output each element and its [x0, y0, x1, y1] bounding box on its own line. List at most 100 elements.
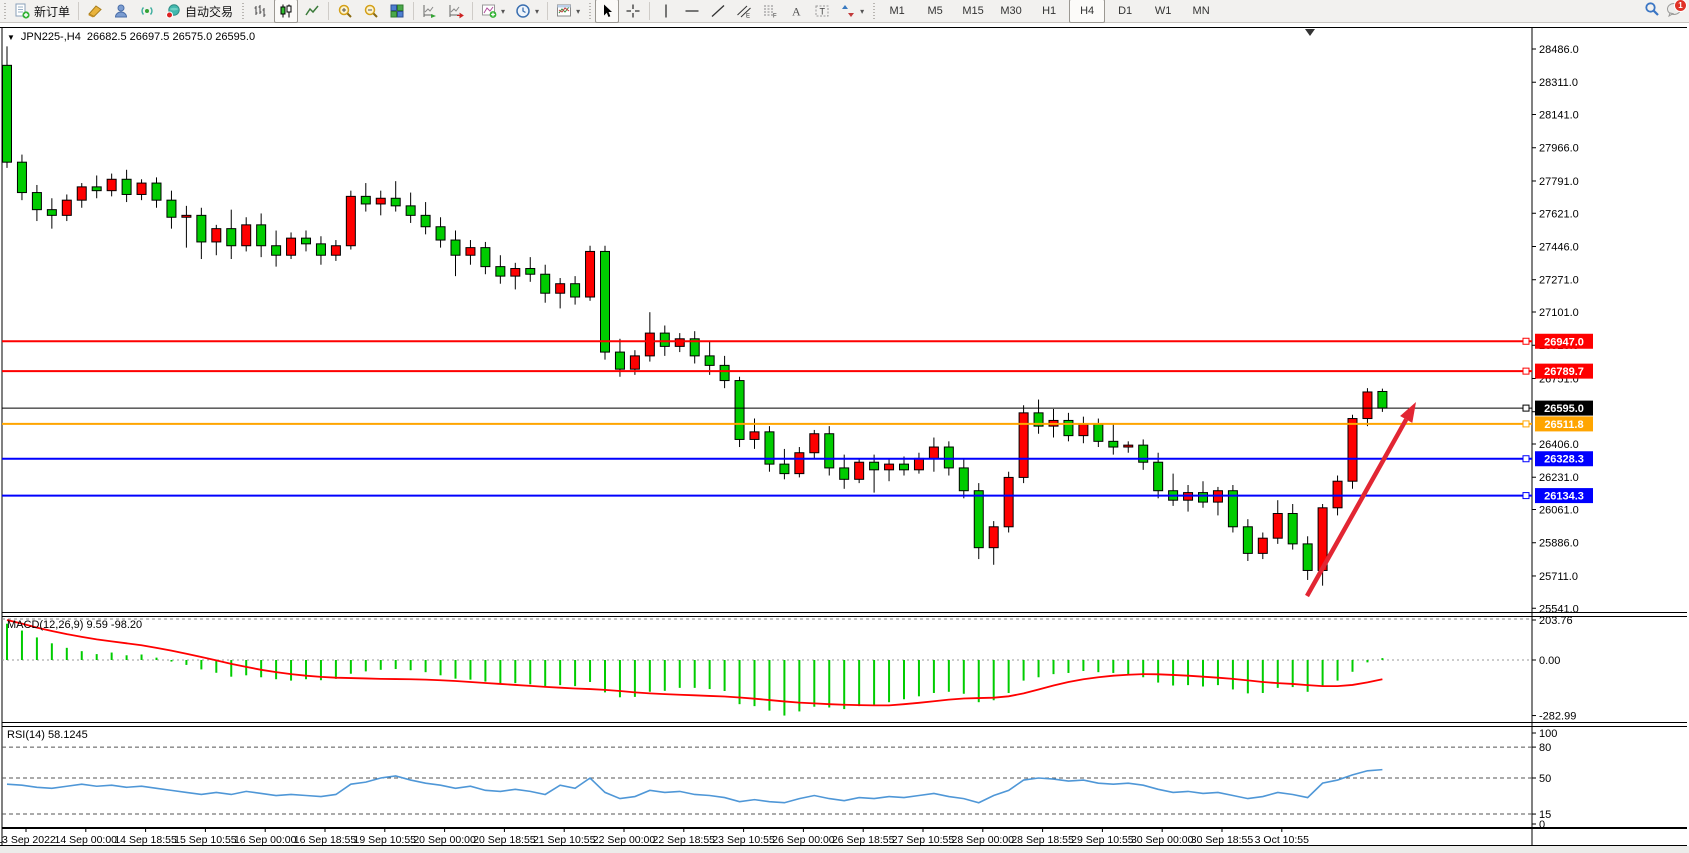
cursor-button[interactable]: [595, 0, 619, 23]
line-handle: [1523, 493, 1529, 499]
candle-body: [840, 468, 849, 479]
candle-body: [197, 215, 206, 242]
tile-windows-button[interactable]: [385, 0, 409, 23]
svg-text:21 Sep 10:55: 21 Sep 10:55: [533, 834, 596, 846]
bar-chart-button[interactable]: [248, 0, 272, 23]
chevron-down-icon: ▾: [860, 7, 864, 16]
svg-text:26789.7: 26789.7: [1544, 366, 1584, 378]
candle-body: [17, 162, 26, 192]
hline-button[interactable]: [680, 0, 704, 23]
notifications-icon[interactable]: 1: [1666, 1, 1683, 22]
signals-button[interactable]: [135, 0, 159, 23]
chart-title: ▼ JPN225-,H4 26682.5 26697.5 26575.0 265…: [7, 31, 255, 43]
svg-text:15 Sep 10:55: 15 Sep 10:55: [174, 834, 237, 846]
svg-text:26231.0: 26231.0: [1539, 472, 1579, 484]
timeframe-button-W1[interactable]: W1: [1145, 0, 1181, 23]
svg-text:23 Sep 10:55: 23 Sep 10:55: [712, 834, 775, 846]
candle-body: [750, 432, 759, 440]
candle-body: [511, 269, 520, 277]
svg-text:100: 100: [1539, 728, 1557, 740]
add-indicator-icon: [481, 3, 497, 19]
templates-button[interactable]: ▾: [552, 0, 584, 23]
channel-icon: E: [736, 3, 752, 19]
chart-shift-button[interactable]: [444, 0, 468, 23]
price-chart-canvas[interactable]: 28486.028311.028141.027966.027791.027621…: [0, 23, 1689, 853]
text-button[interactable]: A: [784, 0, 808, 23]
candle-body: [1303, 544, 1312, 571]
line-chart-icon: [304, 3, 320, 19]
timeframe-button-MN[interactable]: MN: [1183, 0, 1219, 23]
svg-text:27 Sep 10:55: 27 Sep 10:55: [892, 834, 955, 846]
candle-body: [675, 339, 684, 347]
candle-body: [526, 269, 535, 275]
autotrade-button[interactable]: 自动交易: [161, 0, 237, 23]
timeframe-button-H4[interactable]: H4: [1069, 0, 1105, 23]
cursor-icon: [599, 3, 615, 19]
hline-icon: [684, 3, 700, 19]
periods-button[interactable]: ▾: [511, 0, 543, 23]
indicators-button[interactable]: ▾: [477, 0, 509, 23]
candle-body: [257, 225, 266, 246]
candle-chart-button[interactable]: [274, 0, 298, 23]
market-watch-button[interactable]: [83, 0, 107, 23]
candle-body: [900, 464, 909, 470]
trendline-button[interactable]: [706, 0, 730, 23]
toolbar-separator: [328, 2, 329, 20]
candle-body: [92, 187, 101, 191]
candle-body: [287, 238, 296, 255]
candle-body: [272, 246, 281, 255]
channel-button[interactable]: E: [732, 0, 756, 23]
svg-text:29 Sep 10:55: 29 Sep 10:55: [1071, 834, 1134, 846]
search-icon[interactable]: [1644, 1, 1660, 22]
shapes-button[interactable]: ▾: [836, 0, 868, 23]
chart-window[interactable]: 28486.028311.028141.027966.027791.027621…: [0, 23, 1689, 853]
svg-text:T: T: [820, 7, 826, 17]
candle-body: [1288, 513, 1297, 543]
text-icon: A: [788, 3, 804, 19]
candle-body: [302, 238, 311, 244]
crosshair-button[interactable]: [621, 0, 645, 23]
text-label-icon: T: [814, 3, 830, 19]
svg-text:0: 0: [1539, 819, 1545, 831]
candle-body: [601, 251, 610, 352]
toolbar-grip: [2, 3, 7, 19]
candle-body: [466, 248, 475, 256]
candle-body: [645, 333, 654, 356]
candle-body: [780, 464, 789, 473]
timeframe-button-M5[interactable]: M5: [917, 0, 953, 23]
collapse-triangle-icon[interactable]: ▼: [7, 33, 15, 42]
svg-text:27446.0: 27446.0: [1539, 241, 1579, 253]
timeframe-button-M30[interactable]: M30: [993, 0, 1029, 23]
profiles-button[interactable]: [109, 0, 133, 23]
candle-body: [421, 215, 430, 226]
svg-text:26328.3: 26328.3: [1544, 454, 1584, 466]
candle-body: [227, 229, 236, 246]
zoom-in-icon: [337, 3, 353, 19]
svg-text:25711.0: 25711.0: [1539, 571, 1578, 583]
timeframe-button-H1[interactable]: H1: [1031, 0, 1067, 23]
candle-body: [795, 453, 804, 474]
svg-text:28 Sep 00:00: 28 Sep 00:00: [952, 834, 1015, 846]
new-order-button-label: 新订单: [34, 3, 70, 20]
autoscroll-button[interactable]: [418, 0, 442, 23]
autotrade-icon: [165, 3, 182, 19]
new-order-button[interactable]: 新订单: [10, 0, 74, 23]
text-label-button[interactable]: T: [810, 0, 834, 23]
svg-text:A: A: [792, 5, 801, 19]
timeframe-button-D1[interactable]: D1: [1107, 0, 1143, 23]
candle-body: [47, 210, 56, 216]
timeframe-button-M1[interactable]: M1: [879, 0, 915, 23]
line-handle: [1523, 368, 1529, 374]
candle-body: [361, 196, 370, 204]
fibonacci-button[interactable]: F: [758, 0, 782, 23]
candle-body: [810, 434, 819, 453]
chart-ohlc-readout: 26682.5 26697.5 26575.0 26595.0: [87, 31, 255, 43]
zoom-out-button[interactable]: [359, 0, 383, 23]
svg-text:20 Sep 00:00: 20 Sep 00:00: [413, 834, 476, 846]
zoom-in-button[interactable]: [333, 0, 357, 23]
svg-text:30 Sep 18:55: 30 Sep 18:55: [1191, 834, 1254, 846]
candle-body: [496, 267, 505, 276]
line-chart-button[interactable]: [300, 0, 324, 23]
timeframe-button-M15[interactable]: M15: [955, 0, 991, 23]
vline-button[interactable]: [654, 0, 678, 23]
